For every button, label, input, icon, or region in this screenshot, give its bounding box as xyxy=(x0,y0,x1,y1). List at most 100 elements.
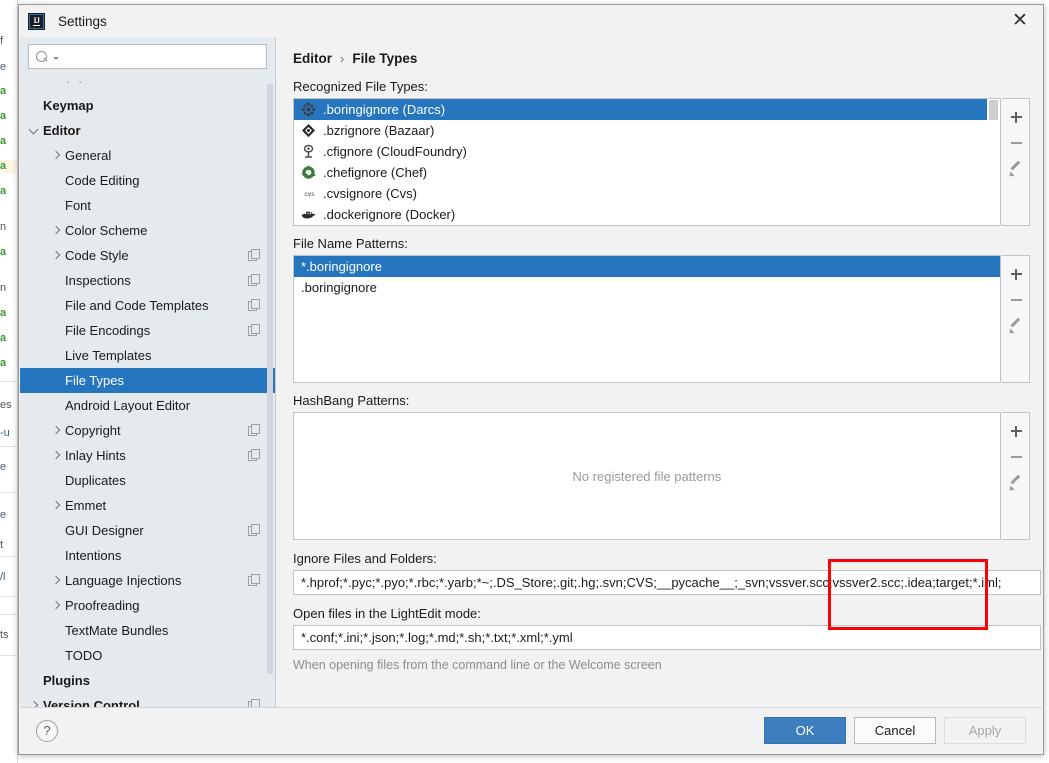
project-config-icon xyxy=(248,574,260,586)
edit-hashbang-button[interactable] xyxy=(1002,470,1029,496)
sidebar-item-language-injections[interactable]: Language Injections xyxy=(20,568,275,593)
close-icon[interactable]: ✕ xyxy=(997,5,1043,36)
sidebar-item-file-types[interactable]: File Types xyxy=(20,368,275,393)
sidebar-item-gui-designer[interactable]: GUI Designer xyxy=(20,518,275,543)
sidebar-item-file-encodings[interactable]: File Encodings xyxy=(20,318,275,343)
breadcrumb-parent[interactable]: Editor xyxy=(293,51,332,66)
file-name-patterns-toolbar xyxy=(1001,255,1030,383)
project-config-icon xyxy=(248,699,260,707)
sidebar-item-intentions[interactable]: Intentions xyxy=(20,543,275,568)
file-type-label: .bzrignore (Bazaar) xyxy=(323,123,435,138)
sidebar-item-color-scheme[interactable]: Color Scheme xyxy=(20,218,275,243)
chevron-right-icon[interactable] xyxy=(50,599,63,612)
hashbang-patterns-section: No registered file patterns xyxy=(293,412,1030,540)
apply-button: Apply xyxy=(944,717,1026,744)
recognized-file-types-list[interactable]: .boringignore (Darcs) .bzrignore (Bazaar)… xyxy=(293,98,1001,226)
file-type-label: .chefignore (Chef) xyxy=(323,165,428,180)
sidebar-item-label: File Types xyxy=(65,373,125,388)
file-name-patterns-list[interactable]: *.boringignore .boringignore xyxy=(293,255,1001,383)
file-type-row[interactable]: .boringignore (Darcs) xyxy=(294,99,1000,120)
ignore-files-input[interactable] xyxy=(299,574,1035,591)
chevron-right-icon[interactable] xyxy=(50,424,63,437)
sidebar-item-label: Duplicates xyxy=(65,473,126,488)
sidebar-item-general[interactable]: General xyxy=(20,143,275,168)
project-config-icon xyxy=(248,324,260,336)
sidebar-item-textmate-bundles[interactable]: TextMate Bundles xyxy=(20,618,275,643)
sidebar-item-android-layout-editor[interactable]: Android Layout Editor xyxy=(20,393,275,418)
remove-file-type-button[interactable] xyxy=(1002,130,1029,156)
file-name-pattern-row[interactable]: *.boringignore xyxy=(294,256,1000,277)
sidebar-item-label: Android Layout Editor xyxy=(65,398,191,413)
project-config-icon xyxy=(248,299,260,311)
dialog-body: Keymap Editor General Code Editing Font Color… xyxy=(19,37,1043,707)
chevron-down-icon[interactable] xyxy=(28,124,41,137)
sidebar-item-editor[interactable]: Editor xyxy=(20,118,275,143)
file-type-row[interactable]: .chefignore (Chef) xyxy=(294,162,1000,183)
sidebar-item-label: TODO xyxy=(65,648,103,663)
help-button[interactable]: ? xyxy=(36,719,58,742)
chevron-right-icon[interactable] xyxy=(50,224,63,237)
hashbang-patterns-list[interactable]: No registered file patterns xyxy=(293,412,1001,540)
file-type-row[interactable]: cvs .cvsignore (Cvs) xyxy=(294,183,1000,204)
search-box[interactable] xyxy=(28,44,267,69)
sidebar-item-file-and-code-templates[interactable]: File and Code Templates xyxy=(20,293,275,318)
chef-icon xyxy=(301,165,318,180)
cloudfoundry-icon xyxy=(301,144,318,159)
sidebar-item-code-editing[interactable]: Code Editing xyxy=(20,168,275,193)
sidebar-item-emmet[interactable]: Emmet xyxy=(20,493,275,518)
sidebar-item-keymap[interactable]: Keymap xyxy=(20,93,275,118)
edit-pattern-button[interactable] xyxy=(1002,313,1029,339)
sidebar-item-inlay-hints[interactable]: Inlay Hints xyxy=(20,443,275,468)
sidebar-item-live-templates[interactable]: Live Templates xyxy=(20,343,275,368)
lightedit-field[interactable] xyxy=(293,625,1041,650)
sidebar-item-label: TextMate Bundles xyxy=(65,623,169,638)
recognized-file-types-scrollbar[interactable] xyxy=(986,99,1000,225)
sidebar-item-todo[interactable]: TODO xyxy=(20,643,275,668)
sidebar-item-label: Keymap xyxy=(43,98,94,113)
file-type-row[interactable]: .bzrignore (Bazaar) xyxy=(294,120,1000,141)
tree-scroll-hint xyxy=(20,77,275,93)
remove-hashbang-button[interactable] xyxy=(1002,444,1029,470)
remove-pattern-button[interactable] xyxy=(1002,287,1029,313)
sidebar-item-version-control[interactable]: Version Control xyxy=(20,693,275,707)
file-type-row[interactable]: .dockerignore (Docker) xyxy=(294,204,1000,225)
ok-button[interactable]: OK xyxy=(764,717,846,744)
cancel-button[interactable]: Cancel xyxy=(854,717,936,744)
hashbang-patterns-toolbar xyxy=(1001,412,1030,540)
sidebar-item-copyright[interactable]: Copyright xyxy=(20,418,275,443)
sidebar-item-plugins[interactable]: Plugins xyxy=(20,668,275,693)
file-name-pattern-row[interactable]: .boringignore xyxy=(294,277,1000,298)
edit-file-type-button[interactable] xyxy=(1002,156,1029,182)
chevron-right-icon[interactable] xyxy=(50,574,63,587)
sidebar-item-proofreading[interactable]: Proofreading xyxy=(20,593,275,618)
add-pattern-button[interactable] xyxy=(1002,261,1029,287)
add-hashbang-button[interactable] xyxy=(1002,418,1029,444)
chevron-right-icon[interactable] xyxy=(50,499,63,512)
ignore-files-field[interactable] xyxy=(293,570,1041,595)
project-config-icon xyxy=(248,449,260,461)
chevron-right-icon[interactable] xyxy=(50,449,63,462)
sidebar-item-font[interactable]: Font xyxy=(20,193,275,218)
chevron-right-icon[interactable] xyxy=(28,699,41,707)
chevron-right-icon[interactable] xyxy=(50,249,63,262)
search-input[interactable] xyxy=(59,48,266,65)
darcs-icon xyxy=(301,102,318,117)
recognized-file-types-toolbar xyxy=(1001,98,1030,226)
sidebar-item-label: Version Control xyxy=(43,698,140,707)
sidebar-item-code-style[interactable]: Code Style xyxy=(20,243,275,268)
sidebar-item-label: Plugins xyxy=(43,673,90,688)
sidebar-item-inspections[interactable]: Inspections xyxy=(20,268,275,293)
add-file-type-button[interactable] xyxy=(1002,104,1029,130)
lightedit-input[interactable] xyxy=(299,629,1035,646)
file-type-row[interactable]: .cfignore (CloudFoundry) xyxy=(294,141,1000,162)
sidebar-scrollbar[interactable] xyxy=(267,84,273,674)
chevron-right-icon[interactable] xyxy=(50,149,63,162)
ignore-files-label: Ignore Files and Folders: xyxy=(293,551,437,566)
sidebar-item-duplicates[interactable]: Duplicates xyxy=(20,468,275,493)
dialog-footer: ? OK Cancel Apply xyxy=(20,707,1042,753)
bazaar-icon xyxy=(301,123,318,138)
